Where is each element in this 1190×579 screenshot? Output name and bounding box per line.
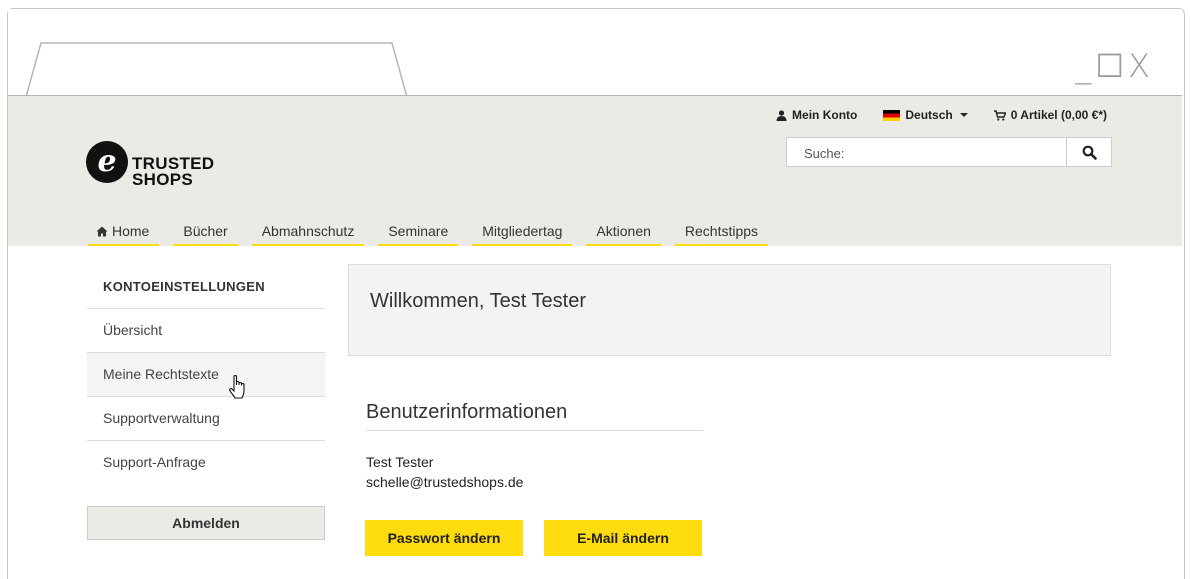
nav-home-label: Home	[112, 223, 150, 239]
search-icon	[1082, 145, 1097, 160]
user-icon	[776, 109, 787, 121]
account-label: Mein Konto	[792, 108, 858, 122]
logo-text: TRUSTED SHOPS	[132, 155, 214, 189]
user-name: Test Tester	[366, 454, 434, 470]
nav-aktionen[interactable]: Aktionen	[586, 220, 661, 246]
nav-buecher[interactable]: Bücher	[173, 220, 238, 246]
cart-icon	[993, 109, 1006, 121]
account-link[interactable]: Mein Konto	[776, 108, 857, 122]
nav-abmahnschutz[interactable]: Abmahnschutz	[251, 220, 365, 246]
window-controls[interactable]: _☐X	[1075, 47, 1154, 85]
account-sidebar: KONTOEINSTELLUNGEN Übersicht Meine Recht…	[87, 266, 325, 484]
welcome-panel: Willkommen, Test Tester	[348, 264, 1111, 356]
welcome-heading: Willkommen, Test Tester	[370, 290, 586, 312]
sidebar-title: KONTOEINSTELLUNGEN	[87, 266, 325, 309]
cart-label: 0 Artikel (0,00 €*)	[1010, 108, 1107, 122]
logout-button[interactable]: Abmelden	[87, 506, 325, 540]
nav-seminare[interactable]: Seminare	[378, 220, 459, 246]
hand-cursor-icon	[229, 374, 245, 399]
change-password-button[interactable]: Passwort ändern	[365, 520, 523, 556]
trusted-shops-logo[interactable]: e TRUSTED SHOPS	[86, 136, 214, 188]
nav-rechtstipps[interactable]: Rechtstipps	[674, 220, 769, 246]
main-navigation: Home Bücher Abmahnschutz Seminare Mitgli…	[88, 220, 769, 246]
language-label: Deutsch	[905, 108, 953, 122]
user-info-heading: Benutzerinformationen	[366, 401, 703, 431]
top-navigation: Mein Konto Deutsch 0 Artikel (0,00 €*)	[776, 108, 1107, 122]
logo-mark: e	[86, 141, 128, 183]
browser-titlebar: _☐X	[8, 9, 1182, 97]
sidebar-item-supportverwaltung[interactable]: Supportverwaltung	[87, 397, 325, 441]
caret-down-icon	[959, 113, 968, 117]
search-box	[786, 137, 1112, 168]
german-flag-icon	[883, 109, 901, 121]
site-header: Mein Konto Deutsch 0 Artikel (0,00 €*) e…	[8, 96, 1182, 246]
sidebar-item-support-anfrage[interactable]: Support-Anfrage	[87, 441, 325, 484]
search-input[interactable]	[787, 138, 1076, 168]
browser-tab[interactable]	[8, 9, 428, 97]
logo-line2: SHOPS	[132, 170, 194, 189]
search-button[interactable]	[1066, 138, 1111, 166]
user-email: schelle@trustedshops.de	[366, 474, 524, 490]
sidebar-item-meine-rechtstexte[interactable]: Meine Rechtstexte	[87, 353, 325, 397]
change-email-button[interactable]: E-Mail ändern	[544, 520, 702, 556]
sidebar-item-uebersicht[interactable]: Übersicht	[87, 309, 325, 353]
home-icon	[96, 226, 108, 237]
nav-mitgliedertag[interactable]: Mitgliedertag	[472, 220, 573, 246]
nav-home[interactable]: Home	[88, 220, 160, 246]
language-dropdown[interactable]: Deutsch	[883, 108, 968, 122]
cart-link[interactable]: 0 Artikel (0,00 €*)	[993, 108, 1107, 122]
